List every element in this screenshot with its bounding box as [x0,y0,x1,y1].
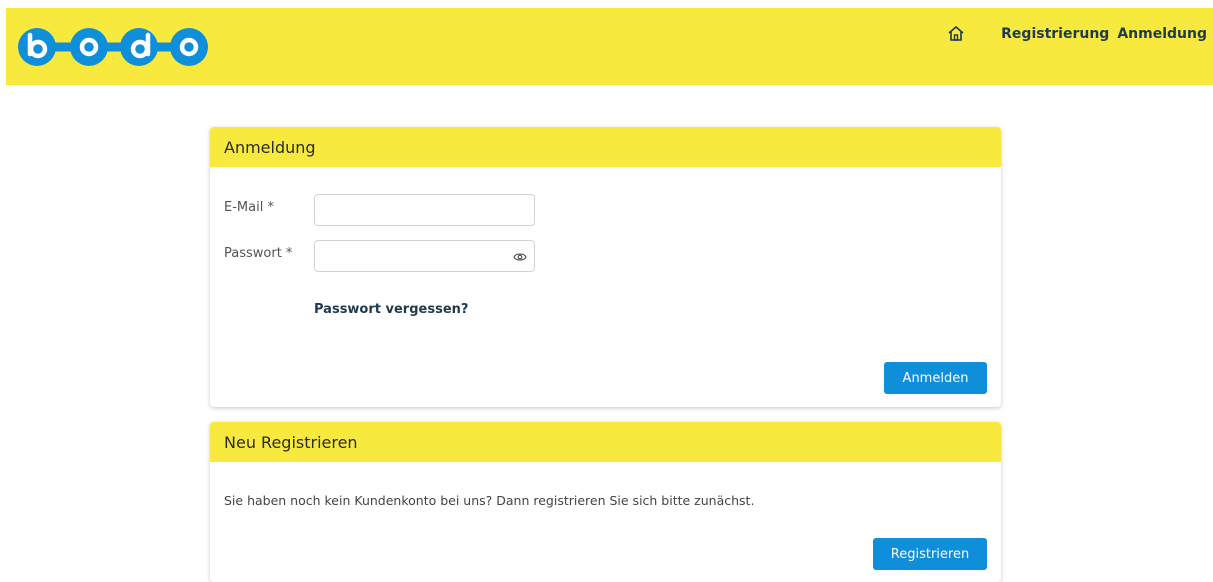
email-row: E-Mail * [224,194,535,226]
password-field[interactable] [314,240,535,272]
top-nav: Registrierung Anmeldung [947,25,1207,43]
password-label: Passwort * [224,246,293,261]
password-row: Passwort * [224,240,535,272]
nav-anmeldung-link[interactable]: Anmeldung [1117,26,1207,42]
register-card: Neu Registrieren Sie haben noch kein Kun… [210,422,1001,582]
register-button[interactable]: Registrieren [873,538,987,570]
forgot-password-link[interactable]: Passwort vergessen? [314,302,468,317]
home-icon[interactable] [947,25,965,43]
eye-icon[interactable] [513,251,527,263]
top-header: Registrierung Anmeldung [6,8,1213,85]
email-label: E-Mail * [224,200,274,215]
register-card-title: Neu Registrieren [210,422,1001,462]
login-button[interactable]: Anmelden [884,362,987,394]
login-card-title: Anmeldung [210,127,1001,167]
nav-registrierung-link[interactable]: Registrierung [1001,26,1109,42]
register-info-text: Sie haben noch kein Kundenkonto bei uns?… [224,493,755,508]
login-card: Anmeldung E-Mail * Passwort * Passwort v… [210,127,1001,407]
bodo-logo[interactable] [15,26,211,68]
email-field[interactable] [314,194,535,226]
